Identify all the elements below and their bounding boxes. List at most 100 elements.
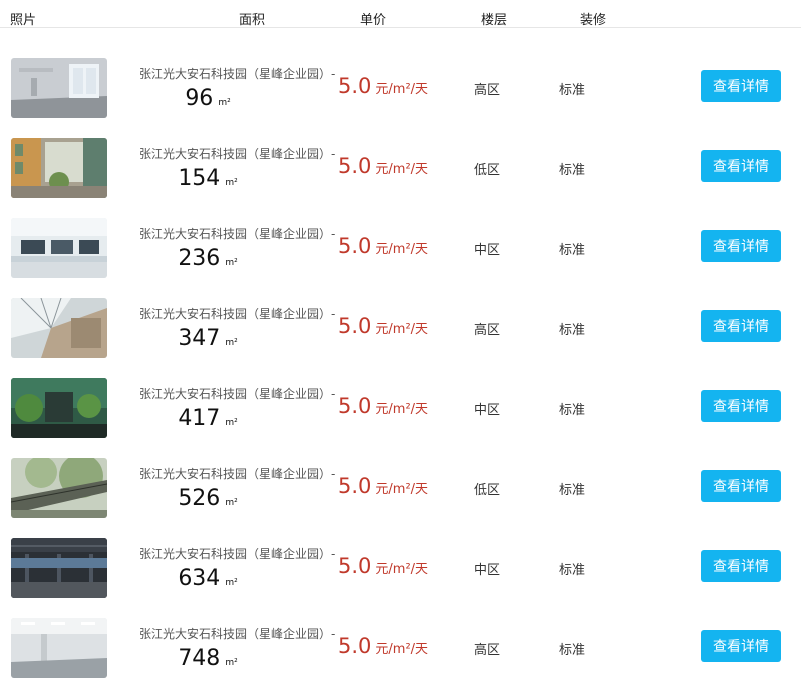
area-unit: m² xyxy=(225,258,238,268)
listing-price: 5.0 元/m²/天 xyxy=(338,634,428,658)
glass-atrium-photo xyxy=(11,298,107,358)
listing-area: 154 m² xyxy=(150,166,266,191)
area-value: 154 xyxy=(178,166,221,191)
listing-photo[interactable] xyxy=(11,618,107,678)
listing-price: 5.0 元/m²/天 xyxy=(338,554,428,578)
view-details-button[interactable]: 查看详情 xyxy=(701,310,781,342)
area-unit: m² xyxy=(225,498,238,508)
listing-area: 748 m² xyxy=(150,646,266,671)
view-details-button[interactable]: 查看详情 xyxy=(701,550,781,582)
area-unit: m² xyxy=(225,178,238,188)
price-value: 5.0 xyxy=(338,154,372,178)
listing-row: 张江光大安石科技园（星峰企业园）- 417 m² 5.0 元/m²/天 中区 标准 … xyxy=(0,378,801,458)
price-value: 5.0 xyxy=(338,554,372,578)
area-unit: m² xyxy=(225,418,238,428)
area-value: 634 xyxy=(178,566,221,591)
header-floor: 楼层 xyxy=(481,13,508,28)
listing-decoration: 标准 xyxy=(559,483,586,498)
listing-area: 347 m² xyxy=(150,326,266,351)
listing-row: 张江光大安石科技园（星峰企业园）- 748 m² 5.0 元/m²/天 高区 标准 … xyxy=(0,618,801,698)
listing-floor: 中区 xyxy=(474,403,501,418)
view-details-button[interactable]: 查看详情 xyxy=(701,150,781,182)
listing-price: 5.0 元/m²/天 xyxy=(338,474,428,498)
area-unit: m² xyxy=(225,578,238,588)
price-unit: 元/m²/天 xyxy=(375,242,429,257)
empty-floor-photo xyxy=(11,538,107,598)
office-desks-photo xyxy=(11,218,107,278)
view-details-button[interactable]: 查看详情 xyxy=(701,390,781,422)
view-details-button[interactable]: 查看详情 xyxy=(701,70,781,102)
listing-decoration: 标准 xyxy=(559,163,586,178)
listing-price: 5.0 元/m²/天 xyxy=(338,74,428,98)
listing-floor: 低区 xyxy=(474,483,501,498)
price-unit: 元/m²/天 xyxy=(375,322,429,337)
listing-list: 张江光大安石科技园（星峰企业园）- 96 m² 5.0 元/m²/天 高区 标准 查… xyxy=(0,58,801,698)
office-interior-photo xyxy=(11,58,107,118)
listing-area: 634 m² xyxy=(150,566,266,591)
listing-photo[interactable] xyxy=(11,538,107,598)
listing-photo[interactable] xyxy=(11,378,107,438)
header-area: 面积 xyxy=(239,13,266,28)
price-unit: 元/m²/天 xyxy=(375,642,429,657)
listing-name[interactable]: 张江光大安石科技园（星峰企业园）- xyxy=(139,465,335,482)
listing-area: 96 m² xyxy=(150,86,266,111)
view-details-button[interactable]: 查看详情 xyxy=(701,470,781,502)
green-building-photo xyxy=(11,378,107,438)
view-details-button[interactable]: 查看详情 xyxy=(701,230,781,262)
listing-row: 张江光大安石科技园（星峰企业园）- 154 m² 5.0 元/m²/天 低区 标准 … xyxy=(0,138,801,218)
listing-name[interactable]: 张江光大安石科技园（星峰企业园）- xyxy=(139,65,335,82)
price-value: 5.0 xyxy=(338,234,372,258)
listing-photo[interactable] xyxy=(11,58,107,118)
header-price: 单价 xyxy=(360,13,387,28)
view-details-button[interactable]: 查看详情 xyxy=(701,630,781,662)
listing-price: 5.0 元/m²/天 xyxy=(338,154,428,178)
area-unit: m² xyxy=(225,658,238,668)
price-unit: 元/m²/天 xyxy=(375,162,429,177)
price-value: 5.0 xyxy=(338,314,372,338)
price-value: 5.0 xyxy=(338,634,372,658)
listing-area: 236 m² xyxy=(150,246,266,271)
header-photo: 照片 xyxy=(10,13,37,28)
area-value: 417 xyxy=(178,406,221,431)
price-unit: 元/m²/天 xyxy=(375,482,429,497)
listing-photo[interactable] xyxy=(11,458,107,518)
area-value: 526 xyxy=(178,486,221,511)
price-value: 5.0 xyxy=(338,474,372,498)
listing-decoration: 标准 xyxy=(559,643,586,658)
listing-name[interactable]: 张江光大安石科技园（星峰企业园）- xyxy=(139,305,335,322)
list-header: 照片 面积 单价 楼层 装修 xyxy=(0,0,801,28)
listing-row: 张江光大安石科技园（星峰企业园）- 236 m² 5.0 元/m²/天 中区 标准 … xyxy=(0,218,801,298)
listing-area: 417 m² xyxy=(150,406,266,431)
listing-price: 5.0 元/m²/天 xyxy=(338,394,428,418)
bright-floor-photo xyxy=(11,618,107,678)
listing-price: 5.0 元/m²/天 xyxy=(338,234,428,258)
price-unit: 元/m²/天 xyxy=(375,402,429,417)
listing-row: 张江光大安石科技园（星峰企业园）- 96 m² 5.0 元/m²/天 高区 标准 查… xyxy=(0,58,801,138)
listing-floor: 高区 xyxy=(474,323,501,338)
price-value: 5.0 xyxy=(338,74,372,98)
listing-name[interactable]: 张江光大安石科技园（星峰企业园）- xyxy=(139,145,335,162)
listing-name[interactable]: 张江光大安石科技园（星峰企业园）- xyxy=(139,625,335,642)
listing-price: 5.0 元/m²/天 xyxy=(338,314,428,338)
listing-name[interactable]: 张江光大安石科技园（星峰企业园）- xyxy=(139,225,335,242)
listing-photo[interactable] xyxy=(11,138,107,198)
area-unit: m² xyxy=(225,338,238,348)
listing-photo[interactable] xyxy=(11,298,107,358)
price-unit: 元/m²/天 xyxy=(375,562,429,577)
listing-row: 张江光大安石科技园（星峰企业园）- 526 m² 5.0 元/m²/天 低区 标准 … xyxy=(0,458,801,538)
area-value: 236 xyxy=(178,246,221,271)
listing-floor: 低区 xyxy=(474,163,501,178)
price-unit: 元/m²/天 xyxy=(375,82,429,97)
listing-name[interactable]: 张江光大安石科技园（星峰企业园）- xyxy=(139,385,335,402)
listing-photo[interactable] xyxy=(11,218,107,278)
listing-name[interactable]: 张江光大安石科技园（星峰企业园）- xyxy=(139,545,335,562)
listing-decoration: 标准 xyxy=(559,83,586,98)
header-decoration: 装修 xyxy=(580,13,607,28)
area-value: 748 xyxy=(178,646,221,671)
area-value: 96 xyxy=(185,86,214,111)
listing-area: 526 m² xyxy=(150,486,266,511)
listing-floor: 中区 xyxy=(474,243,501,258)
area-unit: m² xyxy=(218,98,231,108)
listing-decoration: 标准 xyxy=(559,403,586,418)
listing-row: 张江光大安石科技园（星峰企业园）- 347 m² 5.0 元/m²/天 高区 标准 … xyxy=(0,298,801,378)
